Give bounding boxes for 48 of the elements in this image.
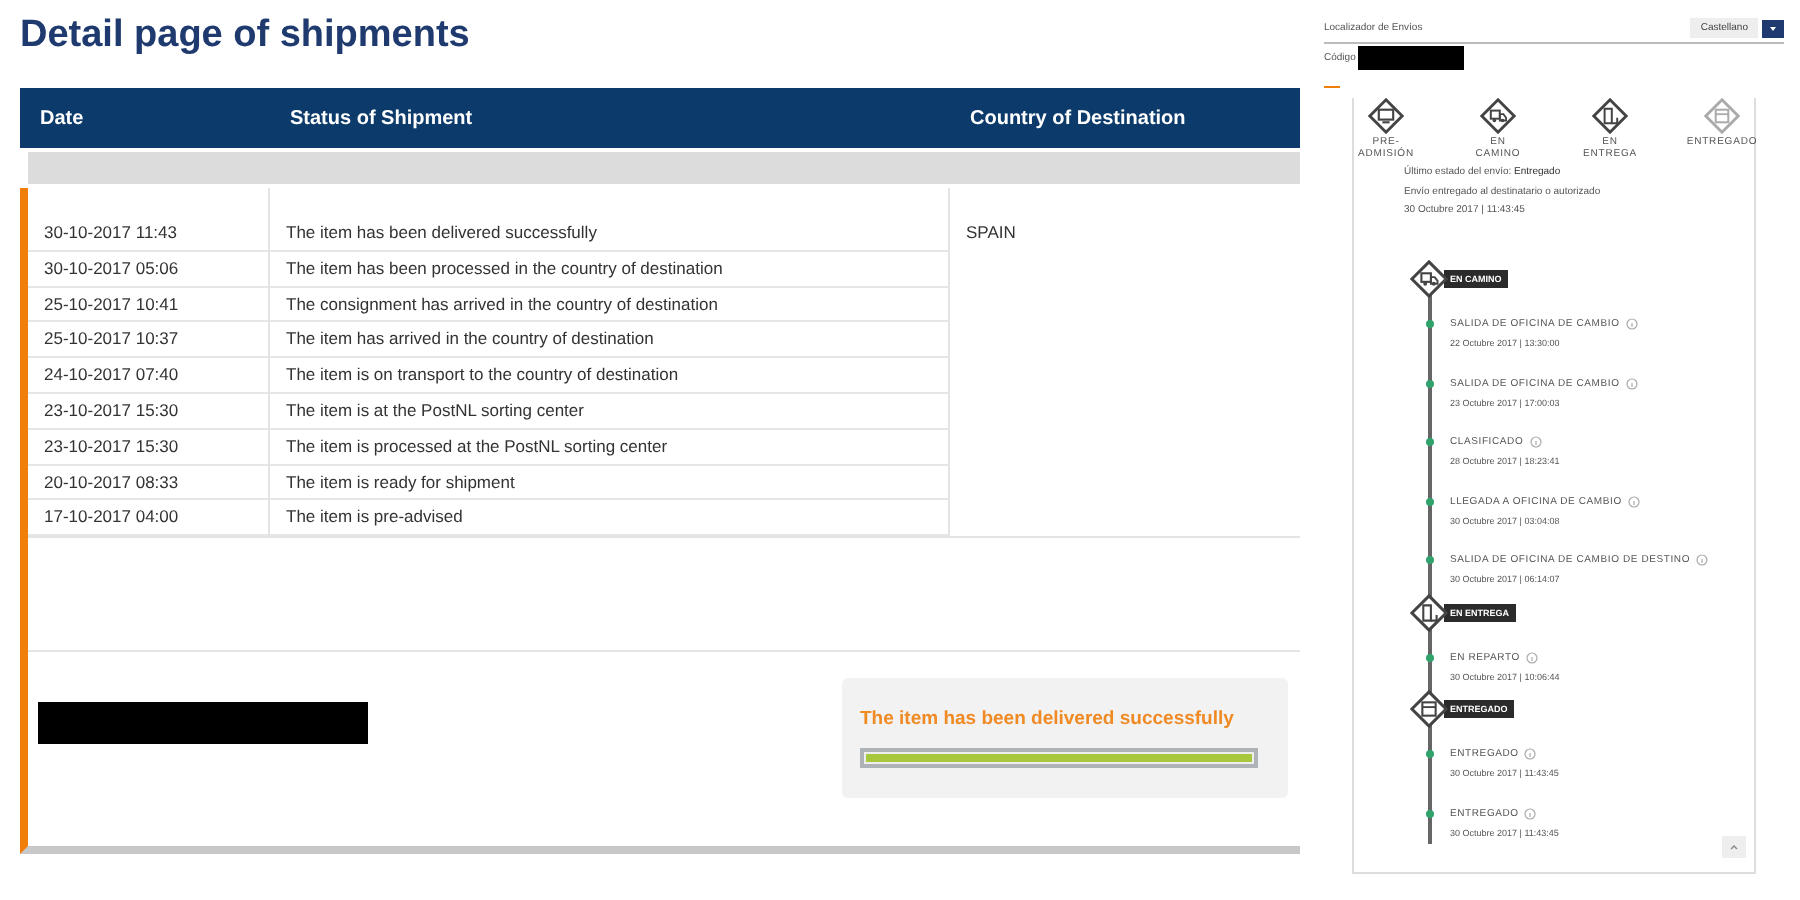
timeline-dot — [1426, 809, 1434, 817]
timeline-dot — [1426, 556, 1434, 564]
column-header: Status of Shipment — [288, 107, 475, 129]
stage-icon — [1704, 98, 1740, 134]
table-cell: The item is pre-advised — [270, 500, 948, 537]
table-cell: The consignment has arrived in the country of destination — [270, 287, 948, 323]
stage-icon — [1368, 98, 1404, 134]
column-header: Country of Destination — [968, 107, 1188, 129]
info-icon[interactable] — [1529, 436, 1542, 448]
table-cell: The item is at the PostNL sorting center — [270, 393, 948, 430]
table-cell: The item has been delivered successfully — [270, 216, 948, 252]
info-icon[interactable] — [1524, 807, 1537, 819]
info-icon[interactable] — [1627, 495, 1640, 507]
table-cell: 23-10-2017 15:30 — [28, 393, 268, 430]
section-icon — [1410, 593, 1448, 631]
section-icon — [1410, 260, 1448, 298]
info-icon[interactable] — [1524, 748, 1537, 760]
table-cell: 20-10-2017 08:33 — [28, 465, 268, 501]
info-icon[interactable] — [1525, 651, 1538, 663]
timeline-dot — [1426, 653, 1434, 661]
stage-icon — [1480, 98, 1516, 134]
info-icon[interactable] — [1625, 377, 1638, 389]
timeline-dot — [1426, 320, 1434, 328]
table-cell: The item is ready for shipment — [270, 465, 948, 501]
table-cell: The item is on transport to the country of destination — [270, 358, 948, 394]
timeline-dot — [1426, 379, 1434, 387]
section-icon — [1410, 690, 1448, 728]
redaction-bar — [1357, 46, 1464, 70]
table-cell: The item has been processed in the country of destination — [270, 251, 948, 288]
table-cell: 25-10-2017 10:37 — [28, 322, 268, 359]
table-cell: 30-10-2017 05:06 — [28, 251, 268, 288]
info-icon[interactable] — [1625, 318, 1638, 330]
info-icon[interactable] — [1696, 554, 1709, 566]
table-cell: 23-10-2017 15:30 — [28, 429, 268, 466]
table-cell: 24-10-2017 07:40 — [28, 358, 268, 394]
table-cell: 30-10-2017 11:43 — [28, 216, 268, 252]
status-message: The item has been delivered successfully — [860, 708, 1236, 731]
timeline-dot — [1426, 497, 1434, 505]
page-title: Detail page of shipments — [20, 12, 472, 60]
stage-icon — [1592, 98, 1628, 134]
table-cell: 17-10-2017 04:00 — [28, 500, 268, 537]
table-cell: The item is processed at the PostNL sorting center — [270, 429, 948, 466]
timeline-dot — [1426, 750, 1434, 758]
table-cell: The item has arrived in the country of destination — [270, 322, 948, 359]
timeline-dot — [1426, 438, 1434, 446]
column-header: Date — [38, 107, 86, 129]
table-cell: 25-10-2017 10:41 — [28, 287, 268, 323]
table-cell-text: SPAIN — [964, 220, 1018, 246]
